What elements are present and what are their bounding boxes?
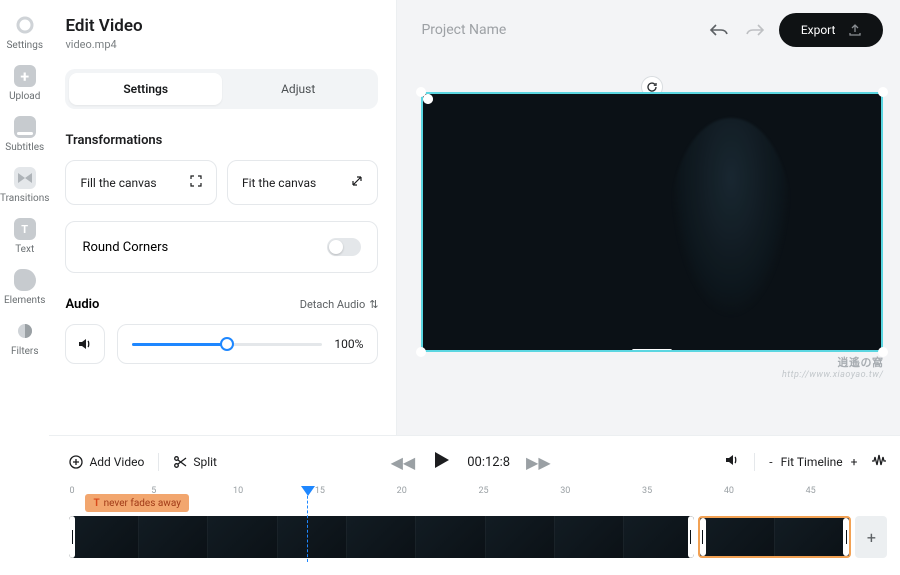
add-video-button[interactable]: Add Video [69, 455, 144, 469]
sidebar-item-label: Subtitles [5, 142, 44, 153]
section-transformations: Transformations [65, 133, 378, 148]
play-button[interactable] [431, 450, 451, 474]
ruler-tick: 30 [560, 486, 642, 502]
playhead[interactable] [307, 486, 308, 562]
ruler-tick: 40 [724, 486, 806, 502]
blob-icon [14, 269, 36, 291]
detach-icon: ⇅ [369, 298, 378, 311]
undo-icon [709, 23, 729, 37]
ruler-tick: 45 [806, 486, 888, 502]
sidebar-item-label: Elements [4, 295, 45, 306]
rewind-button[interactable]: ◀◀ [391, 453, 416, 472]
sidebar-item-label: Transitions [0, 193, 49, 204]
option-label: Fill the canvas [80, 176, 156, 190]
zoom-in-button[interactable]: + [851, 455, 858, 469]
ruler-tick: 25 [478, 486, 560, 502]
sidebar-item-transitions[interactable]: Transitions [0, 167, 49, 204]
redo-icon [745, 23, 765, 37]
project-name-input[interactable]: Project Name [421, 22, 694, 38]
sidebar-item-elements[interactable]: Elements [4, 269, 45, 306]
play-icon [431, 450, 451, 470]
t-square-icon: T [14, 218, 36, 240]
tab-settings[interactable]: Settings [69, 73, 222, 105]
scissors-icon [173, 455, 187, 469]
bowtie-icon [14, 167, 36, 189]
canvas-selection[interactable]: 逍遙の窩 http://www.xiaoyao.tw/ [421, 92, 883, 352]
sidebar-item-upload[interactable]: + Upload [9, 65, 40, 102]
circle-ring-icon [14, 14, 36, 36]
undo-button[interactable] [707, 18, 731, 42]
section-audio: Audio [65, 297, 99, 312]
top-header: Project Name Export [397, 0, 900, 60]
redo-button[interactable] [743, 18, 767, 42]
split-label: Split [193, 455, 217, 469]
contrast-icon [14, 320, 36, 342]
sidebar-item-filters[interactable]: Filters [11, 320, 39, 357]
video-clip-secondary[interactable] [698, 516, 852, 558]
fill-canvas-button[interactable]: Fill the canvas [65, 160, 217, 205]
forward-button[interactable]: ▶▶ [526, 453, 551, 472]
expand-brackets-icon [190, 175, 202, 190]
timeline-volume-button[interactable] [724, 452, 740, 472]
sidebar-item-settings[interactable]: Settings [6, 14, 43, 51]
panel-title: Edit Video [65, 16, 378, 36]
ruler-tick: 15 [315, 486, 397, 502]
export-label: Export [801, 23, 836, 37]
clip-handle-left[interactable] [69, 516, 75, 558]
watermark: 逍遙の窩 http://www.xiaoyao.tw/ [782, 354, 883, 380]
zoom-out-button[interactable]: - [769, 455, 772, 469]
option-label: Fit the canvas [242, 176, 316, 190]
volume-icon-button[interactable] [65, 324, 105, 364]
subtitle-bar-icon [14, 116, 36, 138]
time-display: 00:12:8 [467, 455, 510, 470]
speaker-icon [724, 452, 740, 468]
left-sidebar: Settings + Upload Subtitles Transitions … [0, 0, 49, 575]
sidebar-item-label: Filters [11, 346, 39, 357]
sidebar-item-text[interactable]: T Text [14, 218, 36, 255]
plus-circle-icon [69, 455, 83, 469]
subtitle-clip[interactable]: T never fades away [85, 494, 188, 512]
panel-filename: video.mp4 [65, 38, 378, 51]
waveform-icon [871, 454, 887, 468]
add-clip-button[interactable]: + [855, 516, 887, 558]
detach-audio-button[interactable]: Detach Audio ⇅ [300, 298, 379, 311]
sidebar-item-subtitles[interactable]: Subtitles [5, 116, 44, 153]
tab-adjust[interactable]: Adjust [222, 73, 375, 105]
fit-canvas-button[interactable]: Fit the canvas [227, 160, 379, 205]
sidebar-item-label: Text [15, 244, 34, 255]
clip-handle-left[interactable] [700, 518, 706, 556]
preview-area: 逍遙の窩 http://www.xiaoyao.tw/ [397, 60, 900, 435]
export-button[interactable]: Export [779, 13, 884, 47]
plus-square-icon: + [14, 65, 36, 87]
upload-icon [849, 24, 861, 36]
round-corners-label: Round Corners [82, 240, 168, 255]
timeline-panel: Add Video Split ◀◀ 00:12:8 ▶▶ - Fit Time… [49, 435, 900, 575]
fit-arrows-icon [351, 175, 363, 190]
ruler-tick: 20 [397, 486, 479, 502]
panel-tabs: Settings Adjust [65, 69, 378, 109]
volume-slider[interactable] [132, 343, 322, 346]
video-clip-main[interactable] [69, 516, 693, 558]
speaker-icon [77, 336, 93, 352]
timeline-ruler[interactable]: 0 5 10 15 20 25 30 35 40 45 [69, 486, 887, 502]
edit-panel: Edit Video video.mp4 Settings Adjust Tra… [49, 0, 397, 435]
text-icon: T [93, 498, 99, 509]
volume-value: 100% [334, 337, 363, 351]
waveform-button[interactable] [871, 453, 887, 472]
fit-timeline-button[interactable]: Fit Timeline [781, 455, 843, 469]
subtitle-text: never fades away [104, 498, 181, 509]
sidebar-item-label: Settings [6, 40, 43, 51]
split-button[interactable]: Split [173, 455, 217, 469]
sidebar-item-label: Upload [9, 91, 40, 102]
detach-audio-label: Detach Audio [300, 298, 366, 311]
add-video-label: Add Video [89, 455, 144, 469]
round-corners-toggle[interactable] [327, 238, 361, 256]
ruler-tick: 35 [642, 486, 724, 502]
